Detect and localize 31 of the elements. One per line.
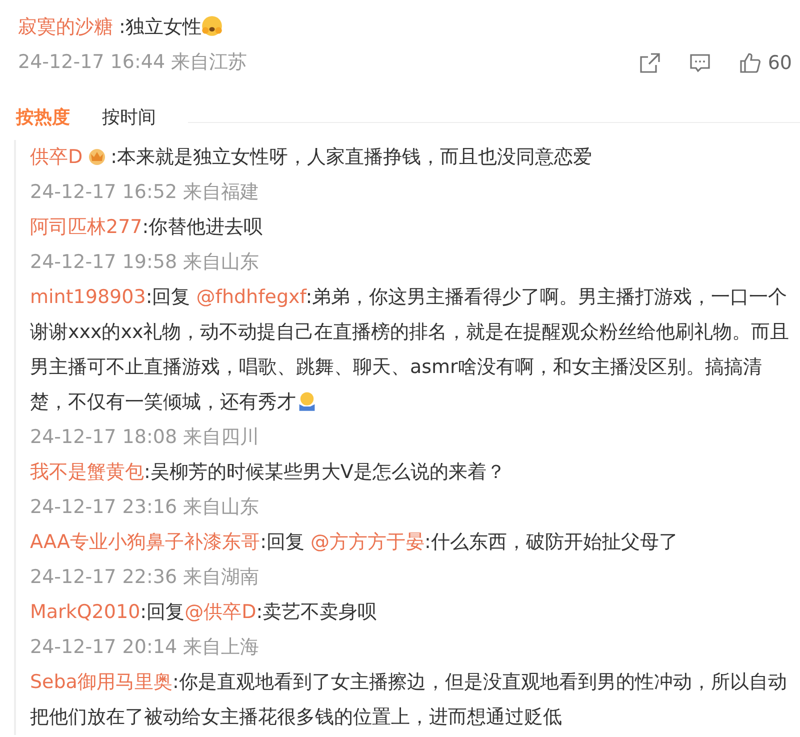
share-icon[interactable] — [638, 50, 662, 74]
username-link[interactable]: 供卒D — [30, 146, 83, 168]
username-link[interactable]: mint198903 — [30, 286, 146, 308]
username-link[interactable]: 阿司匹林277 — [30, 216, 142, 238]
timestamp: 24-12-17 23:16 来自山东 — [30, 495, 260, 520]
reply-text: MarkQ2010:回复@供卒D:卖艺不卖身呗 — [30, 600, 378, 625]
mention-link[interactable]: @供卒D — [184, 601, 256, 623]
username-link[interactable]: AAA专业小狗鼻子补漆东哥 — [30, 531, 260, 553]
reply-text: 阿司匹林277:你替他进去呗 — [30, 215, 264, 240]
mention-link[interactable]: @fhdhfegxf — [196, 286, 306, 308]
like-icon[interactable] — [738, 50, 762, 74]
timestamp: 24-12-17 22:36 来自湖南 — [30, 565, 260, 590]
sort-tab[interactable]: 按热度 — [16, 105, 70, 129]
sort-tab[interactable]: 按时间 — [102, 105, 156, 129]
reply-text: Seba御用马里奥:你是直观地看到了女主播擦边，但是没直观地看到男的性冲动，所以自动把他们放在了被动给女主播花很多钱的位置上，进而想通过贬低 — [30, 670, 788, 730]
reply-text: mint198903:回复 @fhdhfegxf:弟弟，你这男主播看得少了啊。男主播打游戏，一口一个谢谢xxx的xx礼物，动不动提自己在直播榜的排名，就是在提醒观众粉丝给他刷礼物。而且男主播可不止直播游戏，唱歌、跳舞、聊天、asmr啥没有啊，和女主播没区别。搞搞清楚，不仅有一笑倾城，还有秀才 — [30, 285, 790, 415]
reply-text: 供卒D :本来就是独立女性呀，人家直播挣钱，而且也没同意恋爱 — [30, 145, 594, 170]
mention-link[interactable]: @方方方于晏 — [310, 531, 425, 553]
comment-text: 寂寞的沙糖 :独立女性 — [18, 10, 800, 45]
like-count: 60 — [768, 52, 792, 74]
timestamp: 24-12-17 16:44 来自江苏 — [18, 50, 248, 75]
timestamp: 24-12-17 18:08 来自四川 — [30, 425, 260, 450]
username-link[interactable]: MarkQ2010 — [30, 601, 140, 623]
reply-text: 我不是蟹黄包:吴柳芳的时候某些男大V是怎么说的来着？ — [30, 460, 506, 485]
timestamp: 24-12-17 19:58 来自山东 — [30, 250, 260, 275]
username-link[interactable]: 我不是蟹黄包 — [30, 461, 144, 483]
reply-text: AAA专业小狗鼻子补漆东哥:回复 @方方方于晏:什么东西，破防开始扯父母了 — [30, 530, 679, 555]
username-link[interactable]: Seba御用马里奥 — [30, 671, 172, 693]
timestamp: 24-12-17 20:14 来自上海 — [30, 635, 260, 660]
timestamp: 24-12-17 16:52 来自福建 — [30, 180, 260, 205]
username-link[interactable]: 寂寞的沙糖 — [18, 16, 113, 38]
